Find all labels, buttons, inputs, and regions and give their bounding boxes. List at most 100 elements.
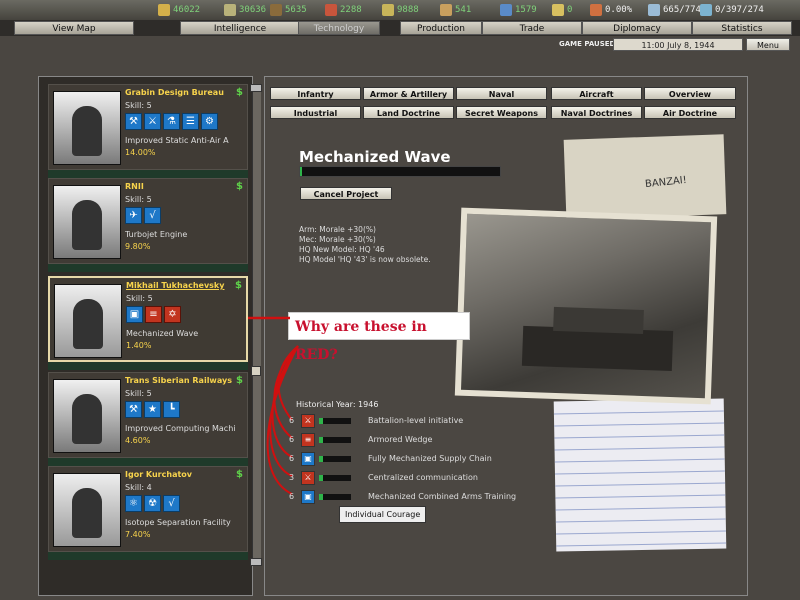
team-name: Mikhail Tukhachevsky [126, 281, 225, 290]
metal-icon [325, 4, 337, 16]
tab-secret-weapons[interactable]: Secret Weapons [456, 106, 547, 119]
tab-aircraft[interactable]: Aircraft [551, 87, 642, 100]
dissent-icon [590, 4, 602, 16]
nav-tab-technology[interactable]: Technology [298, 21, 380, 35]
requirement-label: Armored Wedge [368, 435, 433, 444]
requirement-progress-bar [319, 494, 351, 500]
team-project: Improved Static Anti-Air A [125, 136, 229, 145]
paper-line [553, 410, 724, 415]
specialty-icon: √ [144, 207, 161, 224]
lined-paper-image [553, 398, 727, 552]
soldiers-silhouette [553, 306, 644, 335]
scrollbar-thumb[interactable] [251, 366, 261, 376]
team-card[interactable]: RNII $ Skill: 5 ✈ √ Turbojet Engine 9.80% [48, 178, 248, 264]
team-project: Improved Computing Machi [125, 424, 236, 433]
resource-value: 46022 [173, 5, 201, 15]
nav-tab-diplomacy[interactable]: Diplomacy [582, 21, 692, 35]
team-portrait [53, 473, 121, 547]
team-skill: Skill: 5 [125, 101, 152, 110]
resource-value: 2288 [340, 5, 362, 15]
dollar-icon: $ [236, 181, 243, 192]
paper-line [555, 482, 726, 487]
requirement-row[interactable]: 6 ▣ Fully Mechanized Supply Chain [289, 452, 549, 466]
specialty-icon: ☰ [182, 113, 199, 130]
requirement-progress-fill [319, 475, 323, 481]
nav-tab-view-map[interactable]: View Map [14, 21, 134, 35]
team-progress-percent: 1.40% [126, 341, 152, 350]
tech-effect-line: HQ New Model: HQ '46 [299, 245, 385, 254]
requirement-icon: ≡ [301, 433, 315, 447]
resource-value: 541 [455, 5, 472, 15]
tech-effects: Arm: Morale +30(%) Mec: Morale +30(%) HQ N… [299, 225, 431, 265]
paper-line [555, 518, 726, 523]
team-portrait [54, 284, 122, 358]
requirement-row[interactable]: 6 ⚔ Battalion-level initiative [289, 414, 549, 428]
team-card[interactable]: Grabin Design Bureau $ Skill: 5 ⚒ ⚔ ⚗ ☰ ⚙ Improv… [48, 84, 248, 170]
resource-value: 9888 [397, 5, 419, 15]
requirement-icon: ⚔ [301, 471, 315, 485]
portrait-figure [72, 488, 102, 538]
specialty-icon: √ [163, 495, 180, 512]
team-name: RNII [125, 182, 144, 191]
hammer-sickle-icon [158, 4, 170, 16]
nav-tab-intelligence[interactable]: Intelligence [180, 21, 300, 35]
resource-5: 541 [440, 3, 471, 17]
paper-note [563, 134, 727, 220]
team-specialty-icons: ✈ √ [125, 207, 161, 224]
portrait-figure [73, 299, 103, 349]
tab-air-doctrine[interactable]: Air Doctrine [644, 106, 736, 119]
tab-land-doctrine[interactable]: Land Doctrine [363, 106, 454, 119]
specialty-icon: ⚙ [201, 113, 218, 130]
requirement-level: 6 [289, 454, 295, 463]
portrait-figure [72, 106, 102, 156]
portrait-figure [72, 394, 102, 444]
team-progress-percent: 9.80% [125, 242, 151, 251]
specialty-icon: ▣ [126, 306, 143, 323]
requirement-icon: ▣ [301, 490, 315, 504]
requirement-progress-bar [319, 418, 351, 424]
requirement-level: 6 [289, 416, 295, 425]
team-skill: Skill: 4 [125, 483, 152, 492]
tab-infantry[interactable]: Infantry [270, 87, 361, 100]
tab-overview[interactable]: Overview [644, 87, 736, 100]
nav-tab-statistics[interactable]: Statistics [692, 21, 792, 35]
team-portrait [53, 185, 121, 259]
team-skill: Skill: 5 [126, 294, 153, 303]
cancel-project-button[interactable]: Cancel Project [300, 187, 392, 200]
escort-icon [700, 4, 712, 16]
requirement-progress-bar [319, 437, 351, 443]
team-list-scrollbar[interactable] [252, 84, 261, 564]
scroll-down-arrow[interactable] [250, 558, 262, 566]
team-progress-percent: 14.00% [125, 148, 156, 157]
tech-progress-bar [299, 166, 501, 177]
specialty-icon: ★ [144, 401, 161, 418]
requirement-row[interactable]: 6 ▣ Mechanized Combined Arms Training [289, 490, 549, 504]
paper-line [554, 458, 725, 463]
scroll-up-arrow[interactable] [250, 84, 262, 92]
team-card-band [48, 170, 248, 178]
tooltip: Individual Courage [339, 506, 427, 523]
coins-icon [224, 4, 236, 16]
requirement-row[interactable]: 6 ≡ Armored Wedge [289, 433, 549, 447]
tab-industrial[interactable]: Industrial [270, 106, 361, 119]
requirement-label: Centralized communication [368, 473, 478, 482]
tab-naval[interactable]: Naval [456, 87, 547, 100]
tab-naval-doctrines[interactable]: Naval Doctrines [551, 106, 642, 119]
requirement-row[interactable]: 3 ⚔ Centralized communication [289, 471, 549, 485]
team-card[interactable]: Trans Siberian Railways $ Skill: 5 ⚒ ★ ┗ Impro… [48, 372, 248, 458]
tab-armor-artillery[interactable]: Armor & Artillery [363, 87, 454, 100]
team-card[interactable]: Mikhail Tukhachevsky $ Skill: 5 ▣ ≡ ✡ Mechaniz… [48, 276, 248, 362]
team-card[interactable]: Igor Kurchatov $ Skill: 4 ⚛ ☢ √ Isotope Separa… [48, 466, 248, 552]
requirement-level: 3 [289, 473, 295, 482]
resource-value: 0.00% [605, 5, 633, 15]
oil-icon [270, 4, 282, 16]
menu-button[interactable]: Menu [746, 38, 790, 51]
nav-tab-trade[interactable]: Trade [482, 21, 582, 35]
requirement-label: Battalion-level initiative [368, 416, 464, 425]
requirement-icon: ⚔ [301, 414, 315, 428]
nav-tab-production[interactable]: Production [400, 21, 482, 35]
dollar-icon: $ [236, 87, 243, 98]
specialty-icon: ☢ [144, 495, 161, 512]
team-specialty-icons: ⚒ ★ ┗ [125, 401, 180, 418]
tech-effect-line: Arm: Morale +30(%) [299, 225, 376, 234]
